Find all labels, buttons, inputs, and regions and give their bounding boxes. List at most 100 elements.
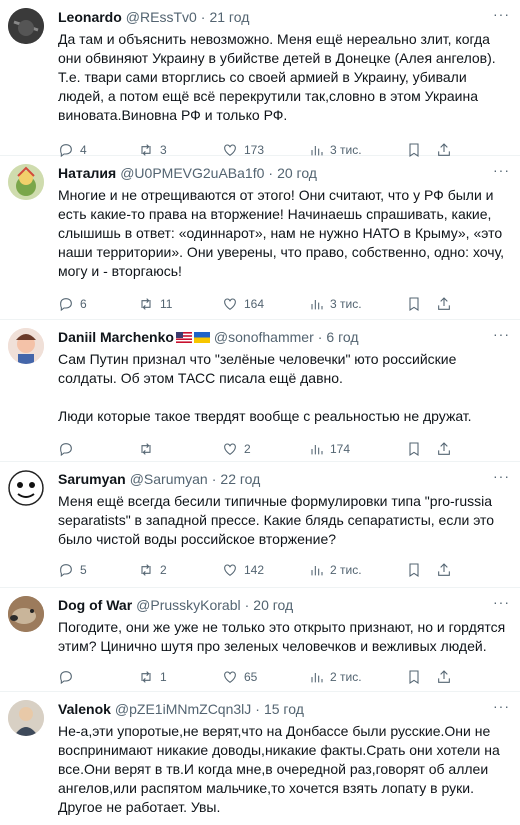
heart-icon	[224, 564, 236, 576]
timestamp[interactable]: 22 год	[220, 471, 260, 487]
author-name[interactable]: Daniil Marchenko	[58, 329, 174, 345]
retweet-count: 2	[160, 563, 167, 577]
bookmark-button[interactable]	[406, 669, 422, 685]
retweet-button[interactable]: 11	[138, 296, 222, 312]
views-button[interactable]: 2 тис.	[308, 562, 392, 578]
retweet-button[interactable]: 1	[138, 669, 222, 685]
author-handle[interactable]: @Sarumyan	[130, 471, 208, 487]
avatar[interactable]	[8, 596, 44, 632]
views-icon	[311, 300, 323, 310]
reply-button[interactable]	[58, 669, 138, 685]
retweet-icon	[141, 564, 151, 576]
tweet[interactable]: Dog of War @PrusskyKorabl · 20 год ··· П…	[0, 588, 520, 692]
timestamp[interactable]: 6 год	[326, 329, 358, 345]
retweet-count: 3	[160, 143, 167, 157]
tweet[interactable]: Valenok @pZE1iMNmZCqn3lJ · 15 год ··· Не…	[0, 692, 520, 825]
separator-dot: ·	[268, 165, 274, 181]
reply-feed: Leonardo @REssTv0 · 21 год ··· Да там и …	[0, 0, 520, 825]
more-options-icon[interactable]: ···	[493, 468, 510, 484]
like-button[interactable]: 142	[222, 562, 308, 578]
retweet-button[interactable]	[138, 441, 222, 457]
retweet-count: 1	[160, 670, 167, 684]
avatar[interactable]	[8, 700, 44, 736]
share-icon	[438, 670, 450, 683]
retweet-button[interactable]: 2	[138, 562, 222, 578]
avatar[interactable]	[8, 470, 44, 506]
more-options-icon[interactable]: ···	[493, 698, 510, 714]
reply-icon	[60, 443, 72, 457]
author-name[interactable]: Valenok	[58, 701, 111, 717]
tweet-text: Не-а,эти упоротые,не верят,что на Донбас…	[58, 723, 504, 815]
heart-icon	[224, 443, 236, 455]
reply-icon	[60, 564, 72, 578]
share-button[interactable]	[436, 669, 452, 685]
timestamp[interactable]: 20 год	[277, 165, 317, 181]
tweet[interactable]: Sarumyan @Sarumyan · 22 год ··· Меня ещё…	[0, 462, 520, 588]
timestamp[interactable]: 20 год	[253, 597, 293, 613]
views-count: 2 тис.	[330, 670, 362, 684]
reply-button[interactable]: 5	[58, 562, 138, 578]
reply-button[interactable]: 6	[58, 296, 138, 312]
views-button[interactable]: 3 тис.	[308, 296, 392, 312]
share-icon	[438, 563, 450, 576]
timestamp[interactable]: 21 год	[209, 9, 249, 25]
tweet[interactable]: Наталия @U0PMEVG2uABa1f0 · 20 год ··· Мн…	[0, 156, 520, 320]
share-icon	[438, 297, 450, 310]
more-options-icon[interactable]: ···	[493, 162, 510, 178]
tweet-text: Сам Путин признал что "зелёные человечки…	[58, 351, 472, 424]
more-options-icon[interactable]: ···	[493, 594, 510, 610]
share-button[interactable]	[436, 296, 452, 312]
separator-dot: ·	[255, 701, 260, 717]
bookmark-button[interactable]	[406, 562, 422, 578]
reply-icon	[60, 671, 72, 685]
avatar[interactable]	[8, 8, 44, 44]
reply-button[interactable]	[58, 441, 138, 457]
tweet[interactable]: Daniil Marchenko @sonofhammer · 6 год ··…	[0, 320, 520, 462]
views-icon	[311, 445, 323, 455]
avatar[interactable]	[8, 328, 44, 364]
author-name[interactable]: Наталия	[58, 165, 116, 181]
author-handle[interactable]: @sonofhammer	[214, 329, 314, 345]
author-handle[interactable]: @pZE1iMNmZCqn3lJ	[115, 701, 251, 717]
like-button[interactable]: 2	[222, 441, 308, 457]
share-icon	[438, 442, 450, 455]
separator-dot: ·	[211, 471, 217, 487]
author-handle[interactable]: @PrusskyKorabl	[136, 597, 240, 613]
like-button[interactable]: 164	[222, 296, 308, 312]
bookmark-button[interactable]	[406, 441, 422, 457]
author-handle[interactable]: @REssTv0	[126, 9, 197, 25]
like-count: 142	[244, 563, 265, 577]
action-bar: 5 2 142 2 тис.	[58, 551, 506, 589]
author-name[interactable]: Dog of War	[58, 597, 132, 613]
heart-icon	[224, 671, 236, 683]
more-options-icon[interactable]: ···	[493, 6, 510, 22]
share-button[interactable]	[436, 562, 452, 578]
separator-dot: ·	[200, 9, 206, 25]
views-button[interactable]: 2 тис.	[308, 669, 392, 685]
views-count: 2 тис.	[330, 563, 362, 577]
bookmark-icon	[409, 297, 419, 311]
like-count: 173	[244, 143, 265, 157]
retweet-icon	[141, 443, 151, 455]
reply-count: 4	[80, 143, 87, 157]
tweet-text: Погодите, они же уже не только это откры…	[58, 619, 510, 654]
more-options-icon[interactable]: ···	[493, 326, 510, 342]
author-name[interactable]: Leonardo	[58, 9, 122, 25]
tweet[interactable]: Leonardo @REssTv0 · 21 год ··· Да там и …	[0, 0, 520, 158]
views-button[interactable]: 174	[308, 441, 392, 457]
bookmark-button[interactable]	[406, 296, 422, 312]
views-count: 3 тис.	[330, 143, 362, 157]
author-handle[interactable]: @U0PMEVG2uABa1f0	[120, 165, 264, 181]
avatar[interactable]	[8, 164, 44, 200]
separator-dot: ·	[317, 329, 323, 345]
timestamp[interactable]: 15 год	[264, 701, 304, 717]
author-name[interactable]: Sarumyan	[58, 471, 126, 487]
like-count: 2	[244, 442, 251, 456]
tweet-text: Да там и объяснить невозможно. Меня ещё …	[58, 31, 500, 123]
tweet-text: Многие и не отрещиваются от этого! Они с…	[58, 187, 508, 279]
reply-icon	[60, 298, 72, 312]
like-button[interactable]: 65	[222, 669, 308, 685]
retweet-count: 11	[160, 297, 173, 311]
share-button[interactable]	[436, 441, 452, 457]
views-icon	[311, 673, 323, 683]
